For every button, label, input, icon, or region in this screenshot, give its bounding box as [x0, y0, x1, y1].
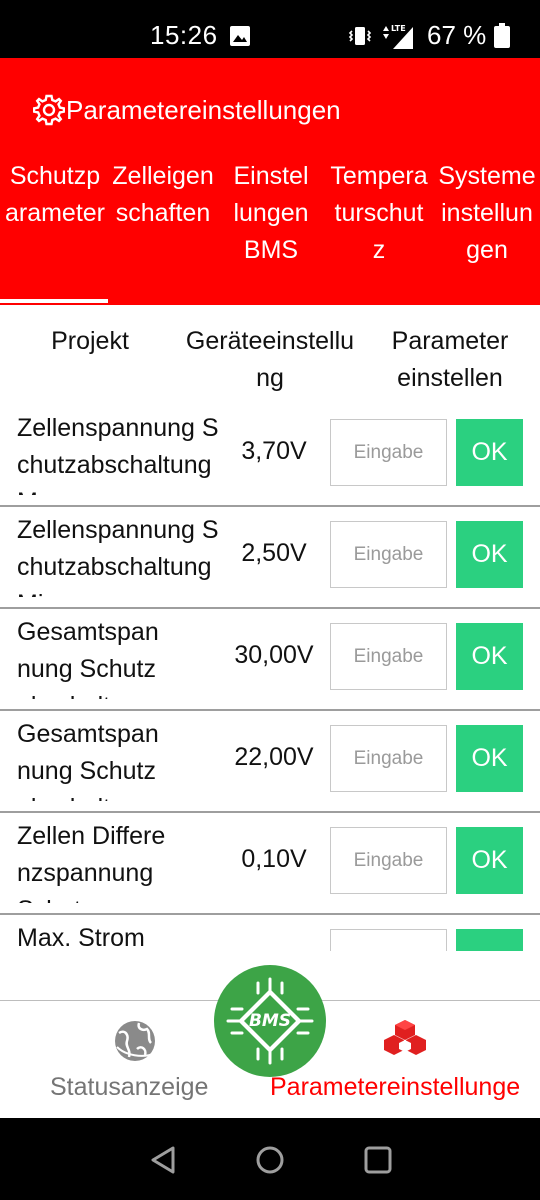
row-value: 3,70V	[241, 437, 307, 465]
tab-schutzparameter[interactable]: Schutzp arameter	[0, 158, 110, 232]
parameter-input[interactable]	[330, 521, 447, 588]
row-name: Zellen Differe nzspannung Schutz	[17, 822, 166, 903]
table-row: Gesamtspan nung Schutz abschaltung 22,00…	[0, 711, 540, 813]
fab-label: BMS	[248, 1011, 292, 1031]
table-row: Zellenspannung S chutzabschaltung Max 3,…	[0, 405, 540, 507]
tab-temperaturschutz[interactable]: Tempera turschut z	[324, 158, 434, 269]
globe-icon	[115, 1021, 156, 1061]
ok-button[interactable]: OK	[456, 521, 523, 588]
svg-text:LTE: LTE	[391, 24, 406, 33]
page-title: Parametereinstellungen	[66, 95, 341, 125]
ok-button[interactable]: OK	[456, 725, 523, 792]
header-parameter-einstellen: Parameter einstellen	[391, 327, 509, 392]
recents-icon[interactable]	[362, 1144, 394, 1176]
table-header: Projekt Geräteeinstellu ng Parameter ein…	[0, 305, 540, 405]
header-projekt: Projekt	[51, 327, 129, 355]
status-bar: 15:26 LTE 67 %	[0, 0, 540, 58]
row-value: 22,00V	[234, 743, 314, 771]
lte-signal-icon: LTE	[383, 24, 413, 49]
row-name: Gesamtspan nung Schutz abschaltung	[17, 720, 159, 801]
ok-button[interactable]: OK	[456, 419, 523, 486]
system-navigation-bar	[0, 1118, 540, 1200]
ok-button[interactable]: OK	[456, 827, 523, 894]
tab-bar: Schutzp arameter Zelleigen schaften Eins…	[0, 158, 540, 305]
back-icon[interactable]	[147, 1144, 179, 1176]
battery-icon	[494, 23, 510, 48]
bms-fab-button[interactable]: BMS	[214, 965, 326, 1077]
row-value: 2,50V	[241, 539, 307, 567]
table-row: Zellen Differe nzspannung Schutz 0,10V O…	[0, 813, 540, 915]
vibrate-icon	[348, 27, 372, 45]
parameter-input[interactable]	[330, 929, 447, 951]
parameter-input[interactable]	[330, 827, 447, 894]
nav-label-statusanzeige: Statusanzeige	[50, 1073, 209, 1101]
tab-indicator	[0, 299, 108, 303]
home-icon[interactable]	[254, 1144, 286, 1176]
row-value: 0,10V	[241, 845, 307, 873]
table-row: Gesamtspan nung Schutz abschaltung 30,00…	[0, 609, 540, 711]
image-icon	[230, 26, 250, 46]
tab-systemeinstellungen[interactable]: Systeme instellun gen	[432, 158, 540, 269]
ok-button[interactable]: OK	[456, 623, 523, 690]
tab-zelleigenschaften[interactable]: Zelleigen schaften	[108, 158, 218, 232]
ok-button[interactable]: OK	[456, 929, 523, 951]
gear-icon	[33, 94, 65, 126]
parameter-list[interactable]: Zellenspannung S chutzabschaltung Max 3,…	[0, 405, 540, 951]
row-name: Max. Strom Laden	[17, 924, 145, 951]
cubes-icon	[384, 1020, 426, 1055]
parameter-input[interactable]	[330, 725, 447, 792]
row-value: 30,00V	[234, 641, 314, 669]
header-geraeteeinstellung: Geräteeinstellu ng	[185, 327, 355, 392]
battery-percent: 67 %	[427, 20, 487, 50]
row-name: Zellenspannung S chutzabschaltung Max	[17, 414, 219, 495]
parameter-input[interactable]	[330, 419, 447, 486]
table-row: Max. Strom Laden OK	[0, 915, 540, 951]
app-header: Parametereinstellungen Schutzp arameter …	[0, 58, 540, 305]
table-row: Zellenspannung S chutzabschaltung Min 2,…	[0, 507, 540, 609]
tab-einstellungen-bms[interactable]: Einstel lungen BMS	[216, 158, 326, 269]
parameter-input[interactable]	[330, 623, 447, 690]
row-name: Gesamtspan nung Schutz abschaltung	[17, 618, 159, 699]
row-name: Zellenspannung S chutzabschaltung Min	[17, 516, 219, 597]
status-time: 15:26	[150, 20, 218, 50]
